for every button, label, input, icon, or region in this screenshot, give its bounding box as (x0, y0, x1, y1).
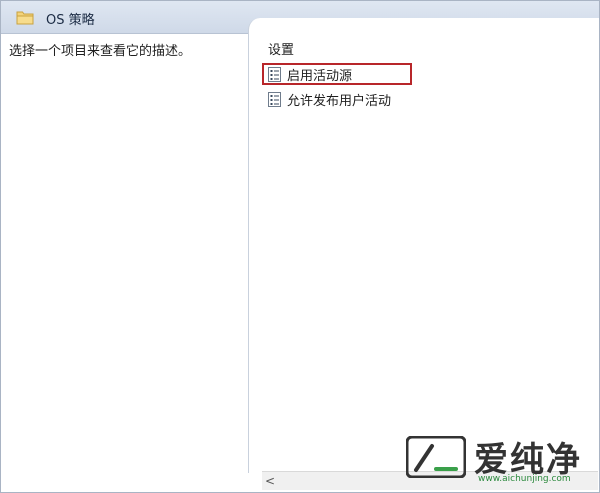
setting-item-label: 启用活动源 (287, 68, 353, 84)
folder-icon (16, 10, 34, 25)
scroll-left-button[interactable]: < (262, 472, 278, 490)
settings-column-header[interactable]: 设置 (268, 39, 294, 58)
watermark: 爱纯净 www.aichunjing.com (405, 432, 596, 490)
watermark-logo-icon (405, 435, 467, 479)
page-title: OS 策略 (46, 13, 95, 28)
policy-setting-icon (268, 91, 281, 107)
description-text: 选择一个项目来查看它的描述。 (9, 44, 192, 59)
setting-item-label: 允许发布用户活动 (287, 93, 392, 109)
policy-setting-icon (268, 66, 281, 82)
setting-item-allow-publish-user-activity[interactable]: 允许发布用户活动 (262, 88, 391, 110)
setting-item-enable-activity-feed[interactable]: 启用活动源 (262, 63, 412, 85)
settings-pane (248, 18, 599, 473)
watermark-url: www.aichunjing.com (478, 474, 571, 484)
